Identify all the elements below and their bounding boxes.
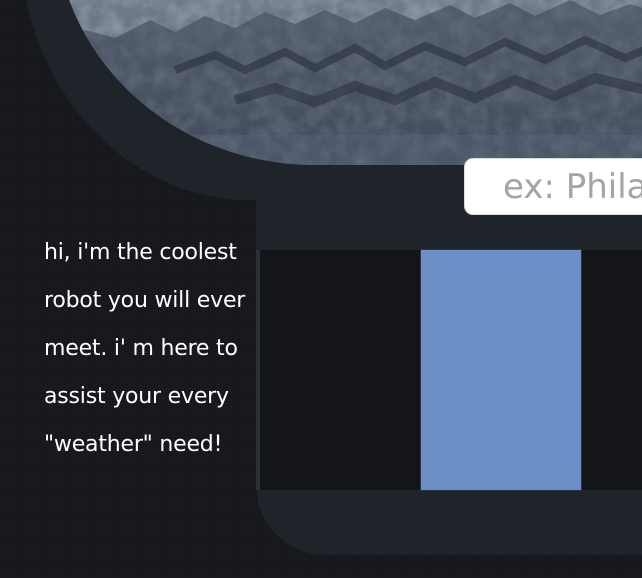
robot-visor-image bbox=[55, 0, 642, 165]
city-search-input[interactable] bbox=[465, 159, 642, 214]
weather-display-bar bbox=[421, 250, 581, 490]
screen-bezel bbox=[256, 250, 260, 490]
city-search-box[interactable] bbox=[464, 158, 642, 215]
ice-texture bbox=[55, 0, 642, 165]
robot-intro-text: hi, i'm the coolest robot you will ever … bbox=[44, 240, 252, 457]
